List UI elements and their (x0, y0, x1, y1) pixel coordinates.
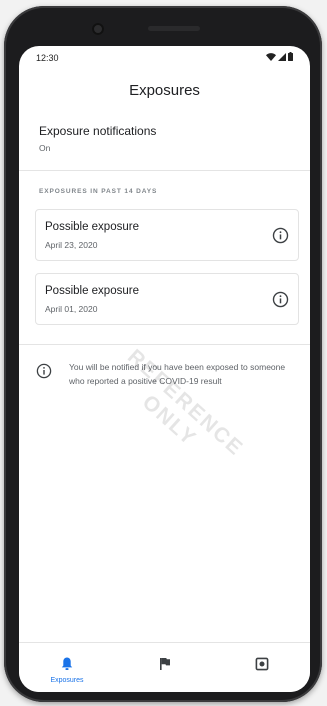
status-icons (266, 52, 293, 61)
exposures-section-label: EXPOSURES IN PAST 14 DAYS (39, 188, 158, 195)
bottom-navigation: Exposures (19, 642, 310, 692)
flag-icon (160, 658, 170, 670)
exposure-notifications-title: Exposure notifications (39, 124, 157, 138)
wifi-icon (266, 52, 276, 61)
page-title: Exposures (129, 82, 200, 99)
status-bar: 12:30 (19, 46, 310, 68)
info-icon (36, 363, 52, 379)
info-icon[interactable] (272, 227, 289, 244)
settings-icon (255, 657, 269, 671)
exposure-title: Possible exposure (45, 285, 139, 297)
section-divider (19, 344, 310, 345)
exposure-date: April 01, 2020 (45, 304, 98, 314)
camera-icon (92, 23, 104, 35)
exposure-title: Possible exposure (45, 221, 139, 233)
nav-item-flag[interactable] (130, 643, 200, 692)
info-icon[interactable] (272, 291, 289, 308)
nav-item-exposures[interactable]: Exposures (32, 643, 102, 692)
exposure-card[interactable]: Possible exposure April 23, 2020 (35, 209, 299, 261)
info-message-text: You will be notified if you have been ex… (69, 362, 286, 386)
exposure-date: April 23, 2020 (45, 240, 98, 250)
exposure-list: Possible exposure April 23, 2020 Possibl… (35, 209, 299, 337)
speaker-grille (148, 26, 200, 31)
status-time: 12:30 (36, 53, 59, 63)
exposure-notifications-setting[interactable]: Exposure notifications On (19, 114, 310, 171)
phone-frame: 12:30 Exposures Exposure notifications O… (4, 6, 322, 702)
nav-label-exposures: Exposures (50, 677, 84, 684)
nav-item-settings[interactable] (227, 643, 297, 692)
screen: 12:30 Exposures Exposure notifications O… (19, 46, 310, 692)
battery-icon (288, 52, 293, 61)
cell-signal-icon (278, 52, 286, 61)
exposure-card[interactable]: Possible exposure April 01, 2020 (35, 273, 299, 325)
watermark-line-2: ONLY (137, 390, 202, 451)
exposure-notifications-status: On (39, 143, 51, 153)
bell-icon (61, 657, 73, 670)
watermark-line-1: REFERENCE (122, 344, 248, 461)
